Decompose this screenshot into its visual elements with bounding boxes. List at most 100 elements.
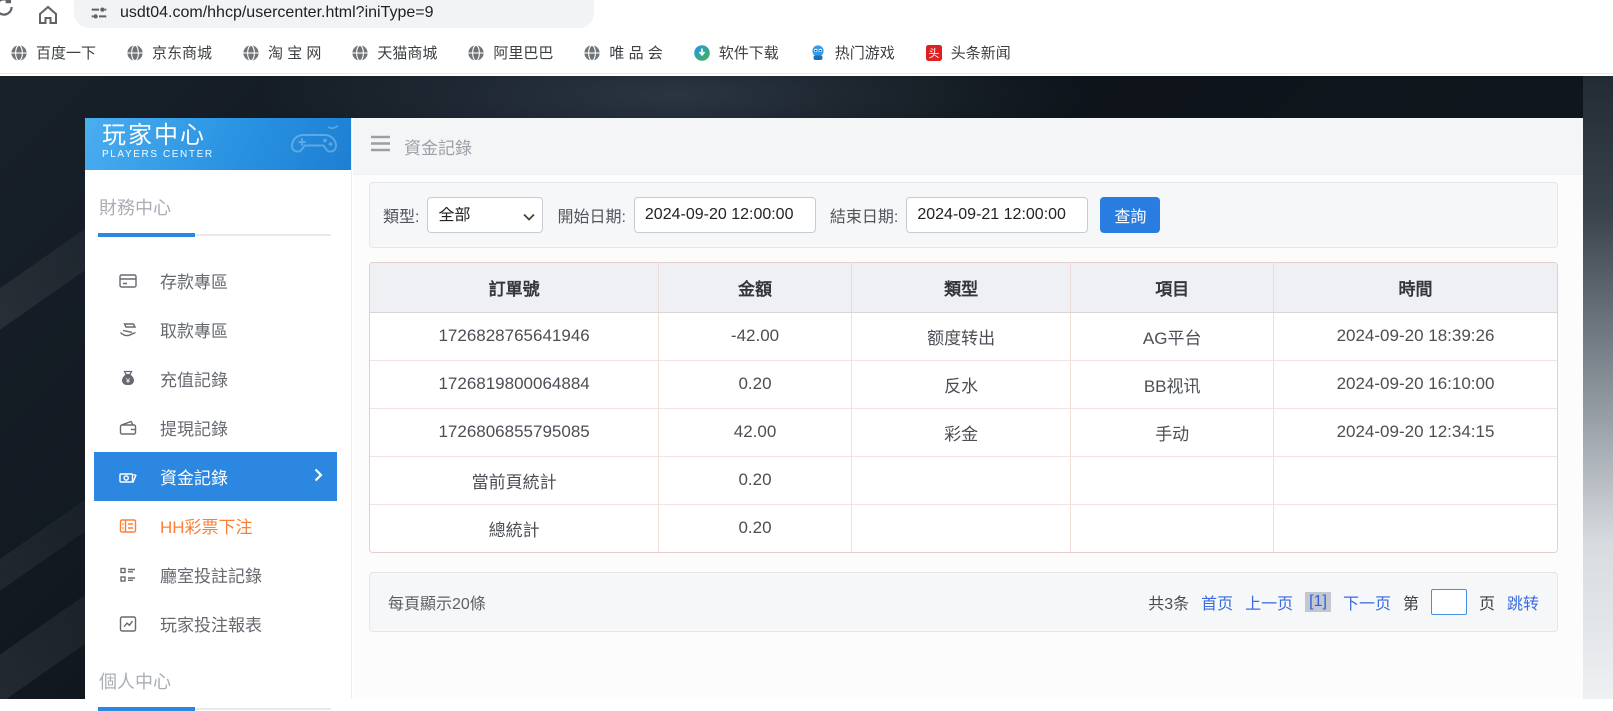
bookmark-vip[interactable]: 唯 品 会	[583, 42, 662, 63]
main-content: 資金記錄 類型: 全部 開始日期: 結束日期: 查詢	[353, 118, 1583, 699]
pagination-bar: 每頁顯示20條 共3条 首页 上一页 [1] 下一页 第 页 跳转	[369, 572, 1558, 632]
cell-time: 2024-09-20 16:10:00	[1273, 360, 1557, 408]
section-personal-center: 個人中心	[85, 648, 351, 708]
player-center-panel: 玩家中心 PLAYERS CENTER 財務中心 存款專區 取	[85, 118, 1583, 699]
sidebar-item-player-bet-report[interactable]: 玩家投注報表	[85, 599, 351, 648]
sidebar-item-withdraw[interactable]: 取款專區	[85, 305, 351, 354]
cell-amount: 42.00	[659, 408, 852, 456]
address-bar[interactable]: usdt04.com/hhcp/usercenter.html?iniType=…	[74, 0, 594, 28]
bookmark-label: 淘 宝 网	[268, 42, 321, 63]
jump-action-link[interactable]: 跳转	[1507, 590, 1539, 614]
cell-order-no: 1726828765641946	[370, 312, 659, 360]
bookmark-baidu[interactable]: 百度一下	[10, 42, 96, 63]
bookmark-label: 唯 品 会	[609, 42, 662, 63]
cell-time: 2024-09-20 18:39:26	[1273, 312, 1557, 360]
bookmark-label: 阿里巴巴	[493, 42, 553, 63]
cell-empty	[1071, 504, 1274, 552]
total-count-text: 共3条	[1148, 590, 1189, 614]
globe-icon	[583, 44, 601, 62]
page-title: 資金記錄	[404, 134, 472, 159]
cell-amount: -42.00	[659, 312, 852, 360]
chevron-right-icon	[314, 467, 323, 487]
bookmark-games[interactable]: 热门游戏	[809, 42, 895, 63]
cell-empty	[1273, 504, 1557, 552]
sidebar-item-label: 玩家投注報表	[160, 611, 262, 636]
end-date-input[interactable]	[906, 197, 1088, 233]
first-page-link[interactable]: 首页	[1201, 590, 1233, 614]
deposit-card-icon	[118, 271, 138, 291]
bookmark-label: 京东商城	[152, 42, 212, 63]
header-order-no: 訂單號	[370, 263, 659, 312]
sidebar-item-recharge-records[interactable]: ¥ 充值記錄	[85, 354, 351, 403]
cell-time: 2024-09-20 12:34:15	[1273, 408, 1557, 456]
reload-icon[interactable]	[0, 0, 17, 25]
jump-prefix-label: 第	[1403, 590, 1419, 614]
site-info-icon[interactable]	[90, 4, 108, 22]
sidebar-item-funds-records[interactable]: 資金記錄	[94, 452, 337, 501]
type-select[interactable]: 全部	[427, 197, 543, 233]
browser-chrome: usdt04.com/hhcp/usercenter.html?iniType=…	[0, 0, 1613, 76]
globe-icon	[351, 44, 369, 62]
gamepad-icon	[287, 123, 343, 168]
start-date-input[interactable]	[634, 197, 816, 233]
bookmark-taobao[interactable]: 淘 宝 网	[242, 42, 321, 63]
header-amount: 金額	[659, 263, 852, 312]
current-page-indicator: [1]	[1305, 592, 1331, 612]
svg-text:头: 头	[928, 47, 939, 60]
browser-toolbar: usdt04.com/hhcp/usercenter.html?iniType=…	[0, 0, 1613, 30]
type-label: 類型:	[383, 203, 419, 227]
hot-games-icon	[809, 44, 827, 62]
withdrawal-wallet-icon	[118, 418, 138, 438]
page-title-band: 資金記錄	[353, 118, 1583, 175]
cell-empty	[851, 456, 1071, 504]
jump-suffix-label: 页	[1479, 590, 1495, 614]
sidebar-item-label: 存款專區	[160, 268, 228, 293]
cell-order-no: 1726806855795085	[370, 408, 659, 456]
cell-item: AG平台	[1071, 312, 1274, 360]
cell-label: 當前頁統計	[370, 456, 659, 504]
table-header-row: 訂單號 金額 類型 項目 時間	[370, 263, 1557, 312]
bookmark-tmall[interactable]: 天猫商城	[351, 42, 437, 63]
sidebar-item-label: 廳室投註記錄	[160, 562, 262, 587]
bookmark-label: 软件下载	[719, 42, 779, 63]
software-download-icon	[693, 44, 711, 62]
bookmark-label: 热门游戏	[835, 42, 895, 63]
table-row: 1726819800064884 0.20 反水 BB视讯 2024-09-20…	[370, 360, 1557, 408]
sidebar-item-hall-bet-records[interactable]: 廳室投註記錄	[85, 550, 351, 599]
table-row: 1726828765641946 -42.00 额度转出 AG平台 2024-0…	[370, 312, 1557, 360]
lottery-list-icon	[118, 516, 138, 536]
funds-record-icon	[118, 467, 138, 487]
url-text[interactable]: usdt04.com/hhcp/usercenter.html?iniType=…	[120, 4, 434, 22]
section-finance-center: 財務中心	[85, 170, 351, 234]
bookmark-software[interactable]: 软件下载	[693, 42, 779, 63]
cell-type: 反水	[851, 360, 1071, 408]
cell-amount: 0.20	[659, 456, 852, 504]
sidebar-item-hh-lottery-bets[interactable]: HH彩票下注	[85, 501, 351, 550]
globe-icon	[467, 44, 485, 62]
prev-page-link[interactable]: 上一页	[1245, 590, 1293, 614]
jump-page-input[interactable]	[1431, 589, 1467, 615]
sidebar-item-withdrawal-records[interactable]: 提現記錄	[85, 403, 351, 452]
hamburger-icon[interactable]	[370, 135, 391, 157]
bookmark-toutiao[interactable]: 头 头条新闻	[925, 42, 1011, 63]
cell-empty	[851, 504, 1071, 552]
table-row-grand-total: 總統計 0.20	[370, 504, 1557, 552]
next-page-link[interactable]: 下一页	[1343, 590, 1391, 614]
header-time: 時間	[1273, 263, 1557, 312]
cell-amount: 0.20	[659, 504, 852, 552]
withdraw-hand-icon	[118, 320, 138, 340]
cell-type: 额度转出	[851, 312, 1071, 360]
background-right-gradient	[1583, 76, 1613, 699]
sidebar-header: 玩家中心 PLAYERS CENTER	[85, 118, 351, 170]
sidebar-item-deposit[interactable]: 存款專區	[85, 256, 351, 305]
bookmark-alibaba[interactable]: 阿里巴巴	[467, 42, 553, 63]
search-button[interactable]: 查詢	[1100, 197, 1160, 233]
filter-bar: 類型: 全部 開始日期: 結束日期: 查詢	[369, 182, 1558, 248]
bookmark-jd[interactable]: 京东商城	[126, 42, 212, 63]
section-divider	[98, 234, 331, 236]
sidebar-item-label: 資金記錄	[160, 464, 228, 489]
table-row-page-total: 當前頁統計 0.20	[370, 456, 1557, 504]
cell-item: BB视讯	[1071, 360, 1274, 408]
recharge-moneybag-icon: ¥	[118, 369, 138, 389]
home-icon[interactable]	[36, 3, 60, 32]
